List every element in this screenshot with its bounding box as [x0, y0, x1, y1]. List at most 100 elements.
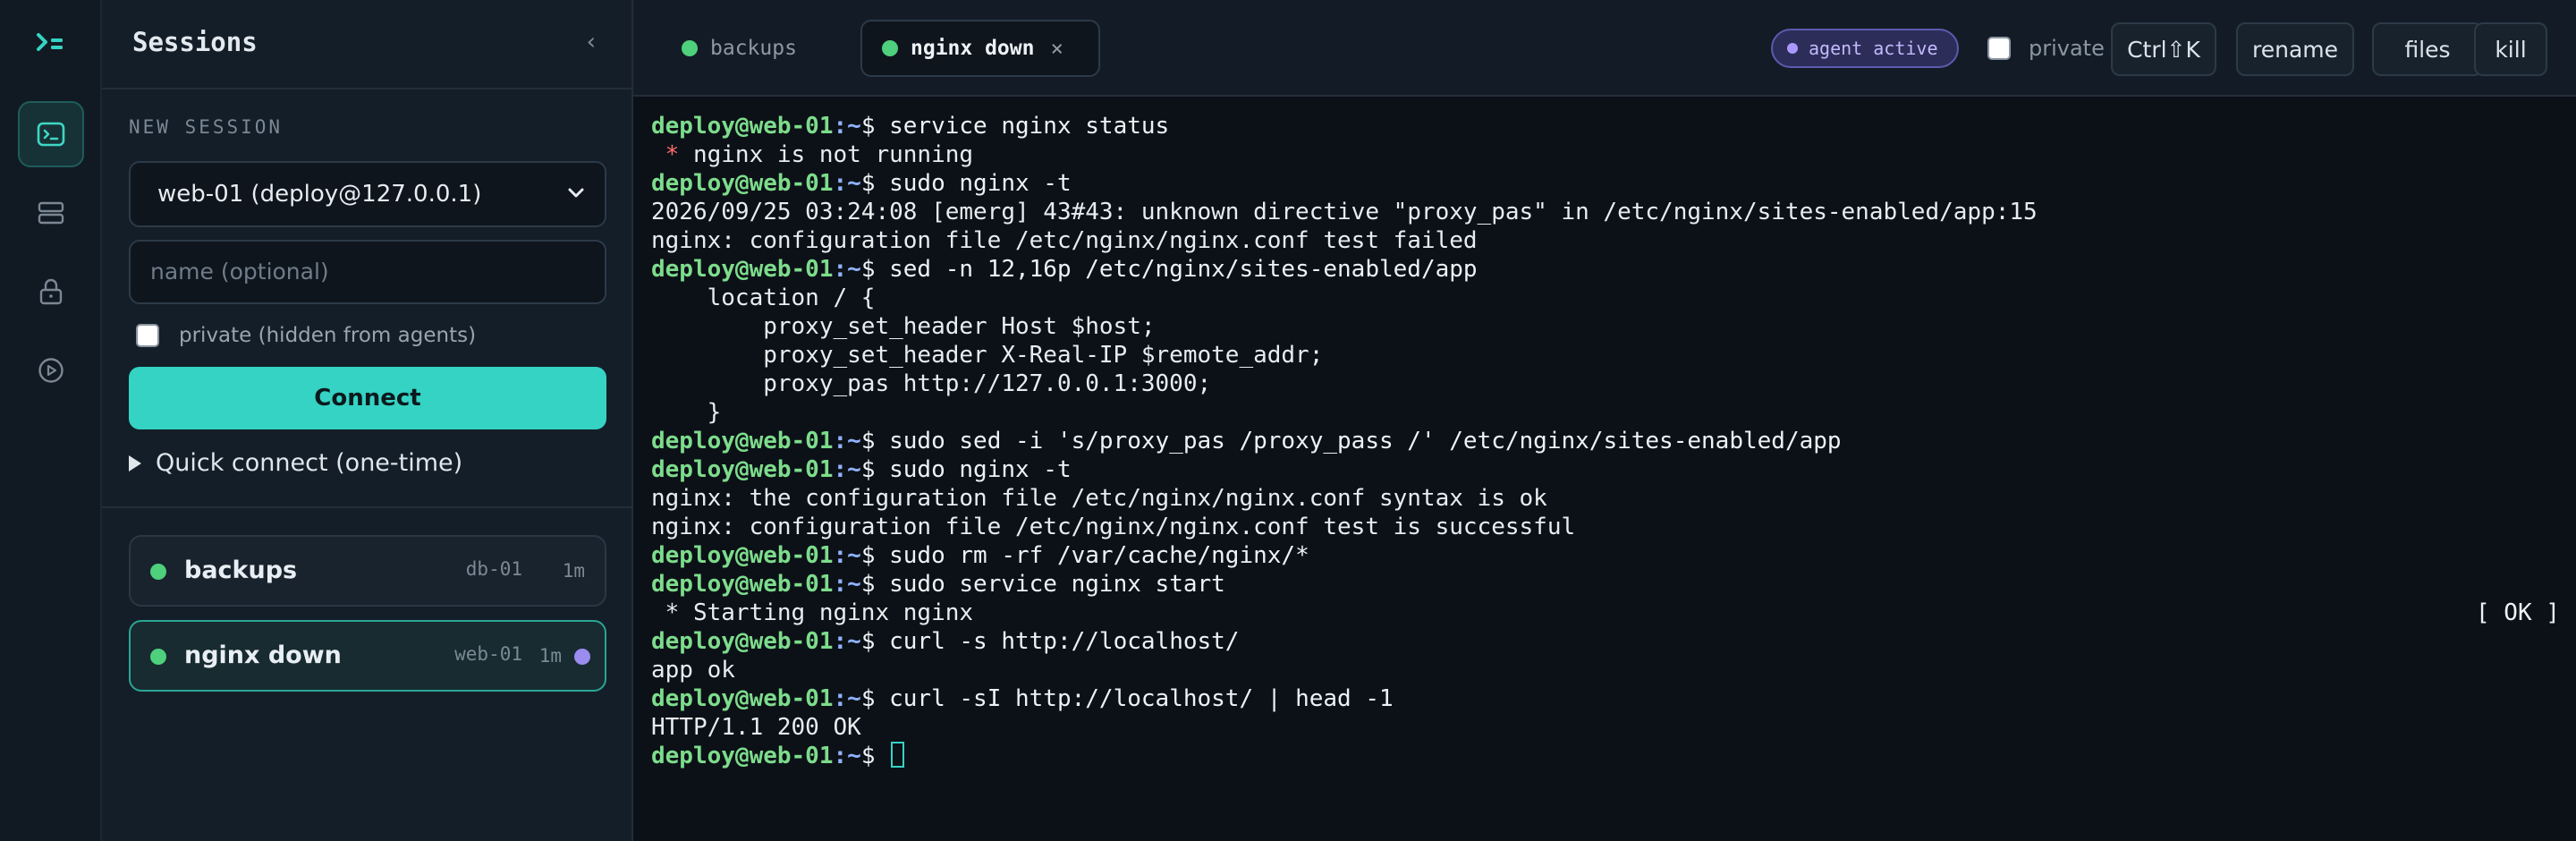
- connect-button[interactable]: Connect: [129, 367, 606, 429]
- tab-backups[interactable]: backups: [662, 20, 797, 77]
- session-name-input[interactable]: name (optional): [129, 240, 606, 304]
- terminal-output-line: }: [651, 398, 2576, 427]
- command-text: sudo rm -rf /var/cache/nginx/*: [889, 542, 1309, 569]
- terminal-output-line: HTTP/1.1 200 OK: [651, 713, 2576, 742]
- command-text: curl -sI http://localhost/ | head -1: [889, 685, 1394, 712]
- prompt-user: deploy@web-01: [651, 542, 834, 569]
- nav-vault[interactable]: [18, 259, 84, 325]
- terminal-output-line: 2026/09/25 03:24:08 [emerg] 43#43: unkno…: [651, 198, 2576, 226]
- terminal-output-line: app ok: [651, 656, 2576, 684]
- private-checkbox-label: private (hidden from agents): [179, 324, 477, 347]
- terminal-command-line: deploy@web-01:~$ sudo sed -i 's/proxy_pa…: [651, 427, 2576, 455]
- terminal-command-line: deploy@web-01:~$ sudo service nginx star…: [651, 570, 2576, 599]
- private-checkbox[interactable]: [1987, 37, 2011, 60]
- private-label: private: [2029, 36, 2105, 61]
- private-checkbox[interactable]: [136, 324, 159, 347]
- prompt-user: deploy@web-01: [651, 456, 834, 483]
- output-text: }: [651, 399, 722, 426]
- prompt-path: :~: [833, 628, 861, 655]
- output-text: nginx: configuration file /etc/nginx/ngi…: [651, 227, 1478, 254]
- prompt-symbol: $: [860, 542, 890, 569]
- output-text: location / {: [651, 285, 876, 311]
- agent-indicator-dot: [574, 649, 590, 665]
- output-text: proxy_set_header Host $host;: [651, 313, 1156, 340]
- terminal-command-line: deploy@web-01:~$ curl -s http://localhos…: [651, 627, 2576, 656]
- output-text: nginx: configuration file /etc/nginx/ngi…: [651, 514, 1576, 540]
- terminal-cursor: [891, 742, 905, 768]
- terminal-output-line: nginx: configuration file /etc/nginx/ngi…: [651, 513, 2576, 541]
- nav-servers[interactable]: [18, 180, 84, 246]
- prompt-path: :~: [833, 170, 861, 197]
- files-button[interactable]: files: [2372, 22, 2483, 76]
- session-status-dot: [150, 649, 166, 665]
- new-session-label: NEW SESSION: [129, 116, 284, 138]
- prompt-user: deploy@web-01: [651, 256, 834, 283]
- collapse-sidebar-icon[interactable]: ‹: [587, 29, 596, 55]
- agent-badge-label: agent active: [1809, 38, 1938, 59]
- sidebar-header: Sessions ‹: [102, 0, 631, 89]
- quick-connect-toggle[interactable]: Quick connect (one-time): [129, 449, 462, 477]
- terminal-output[interactable]: deploy@web-01:~$ service nginx status * …: [633, 97, 2576, 841]
- terminal-output-line: * Starting nginx nginx [ OK ]: [651, 599, 2576, 627]
- output-bullet: *: [651, 141, 693, 168]
- prompt-user: deploy@web-01: [651, 170, 834, 197]
- kill-button[interactable]: kill: [2474, 22, 2547, 76]
- lock-icon: [39, 278, 63, 305]
- tab-status-dot: [682, 40, 698, 56]
- host-select[interactable]: web-01 (deploy@127.0.0.1): [129, 161, 606, 227]
- command-palette-button[interactable]: Ctrl⇧K: [2111, 22, 2216, 76]
- prompt-user: deploy@web-01: [651, 628, 834, 655]
- terminal-output-line: nginx: the configuration file /etc/nginx…: [651, 484, 2576, 513]
- terminal-command-line: deploy@web-01:~$ service nginx status: [651, 112, 2576, 140]
- session-age: 1m: [538, 645, 562, 667]
- prompt-user: deploy@web-01: [651, 743, 834, 769]
- terminal-icon: [37, 122, 65, 147]
- prompt-symbol: $: [860, 685, 890, 712]
- prompt-symbol: $: [860, 628, 890, 655]
- command-text: service nginx status: [889, 113, 1170, 140]
- private-toggle: private: [1987, 36, 2105, 61]
- nav-recordings[interactable]: [18, 337, 84, 404]
- output-text: 2026/09/25 03:24:08 [emerg] 43#43: unkno…: [651, 199, 2038, 225]
- command-text: sudo service nginx start: [889, 571, 1225, 598]
- session-tabbar: backups nginx down × agent active privat…: [633, 0, 2576, 97]
- prompt-path: :~: [833, 743, 861, 769]
- command-text: sed -n 12,16p /etc/nginx/sites-enabled/a…: [889, 256, 1478, 283]
- prompt-user: deploy@web-01: [651, 571, 834, 598]
- status-ok-label: [ OK ]: [2476, 599, 2560, 626]
- output-text: * Starting nginx nginx: [651, 599, 974, 626]
- session-name: backups: [184, 556, 298, 584]
- disclosure-triangle-icon: [129, 454, 141, 471]
- session-name: nginx down: [184, 641, 342, 669]
- prompt-symbol: $: [860, 256, 890, 283]
- rename-button[interactable]: rename: [2236, 22, 2354, 76]
- terminal-command-line: deploy@web-01:~$ sudo rm -rf /var/cache/…: [651, 541, 2576, 570]
- nav-terminal[interactable]: [18, 101, 84, 167]
- terminal-output-line: * nginx is not running: [651, 140, 2576, 169]
- output-text: nginx is not running: [692, 141, 974, 168]
- terminal-prompt-line: deploy@web-01:~$: [651, 742, 2576, 770]
- terminal-command-line: deploy@web-01:~$ sudo nginx -t: [651, 169, 2576, 198]
- terminal-output-line: proxy_pas http://127.0.0.1:3000;: [651, 370, 2576, 398]
- session-host: db-01: [465, 558, 522, 580]
- tab-label: backups: [710, 37, 797, 60]
- close-tab-icon[interactable]: ×: [1050, 36, 1063, 61]
- session-item-nginx-down[interactable]: nginx down web-01 1m: [129, 620, 606, 692]
- servers-icon: [38, 201, 64, 225]
- terminal-logo-icon[interactable]: [36, 30, 66, 57]
- tab-nginx-down[interactable]: nginx down ×: [860, 20, 1100, 77]
- prompt-path: :~: [833, 571, 861, 598]
- prompt-user: deploy@web-01: [651, 428, 834, 454]
- terminal-command-line: deploy@web-01:~$ sudo nginx -t: [651, 455, 2576, 484]
- prompt-path: :~: [833, 113, 861, 140]
- sessions-sidebar: Sessions ‹ NEW SESSION web-01 (deploy@12…: [102, 0, 633, 841]
- output-text: nginx: the configuration file /etc/nginx…: [651, 485, 1547, 512]
- terminal-output-line: proxy_set_header X-Real-IP $remote_addr;: [651, 341, 2576, 370]
- command-text: sudo sed -i 's/proxy_pas /proxy_pass /' …: [889, 428, 1842, 454]
- terminal-output-line: nginx: configuration file /etc/nginx/ngi…: [651, 226, 2576, 255]
- prompt-user: deploy@web-01: [651, 685, 834, 712]
- session-item-backups[interactable]: backups db-01 1m: [129, 535, 606, 607]
- session-status-dot: [150, 564, 166, 580]
- agent-badge-dot: [1787, 43, 1798, 54]
- prompt-symbol: $: [860, 113, 890, 140]
